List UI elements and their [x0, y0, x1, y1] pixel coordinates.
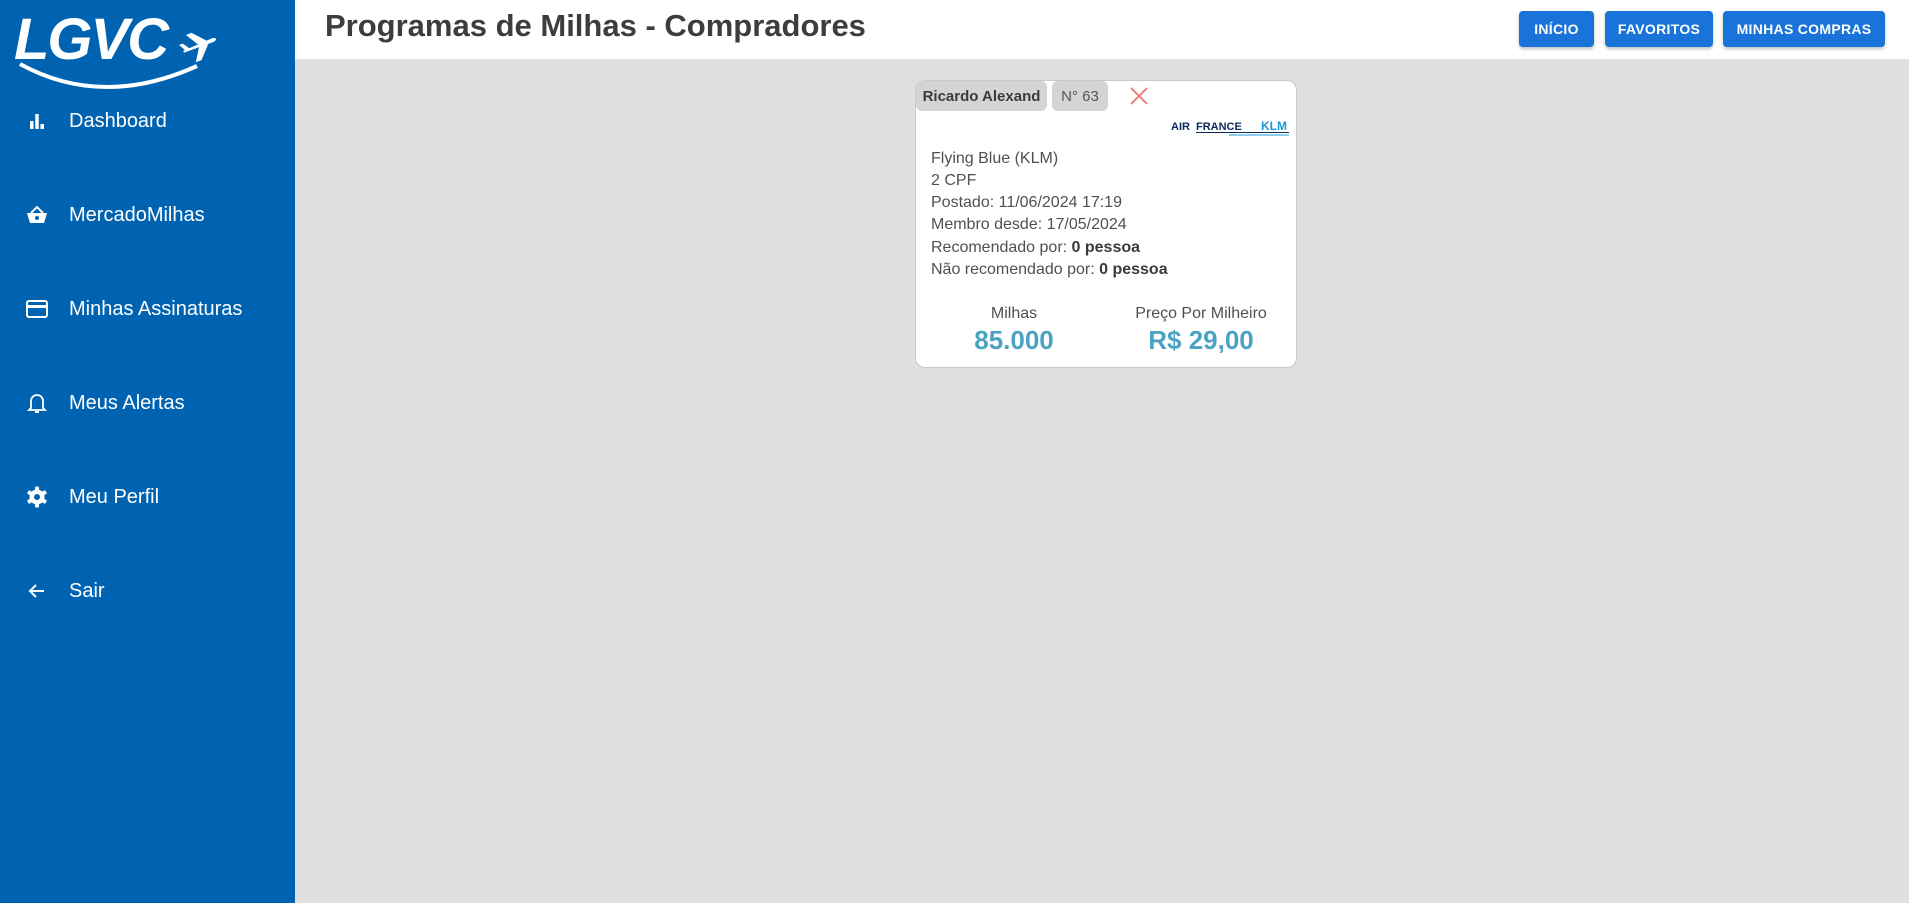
offer-card[interactable]: Ricardo Alexand N° 63 AIR FRANCE KLM Fly… — [915, 80, 1297, 368]
arrow-left-icon — [25, 579, 49, 603]
offer-number-chip: N° 63 — [1052, 81, 1108, 111]
lgvc-logo[interactable]: LGVC — [12, 4, 227, 92]
svg-text:KLM: KLM — [1261, 119, 1287, 133]
miles-label: Milhas — [990, 305, 1038, 322]
sidebar-item-label: Minhas Assinaturas — [69, 297, 243, 320]
price-value: R$ 29,00 — [1148, 325, 1254, 355]
top-bar: Programas de Milhas - Compradores INÍCIO… — [295, 0, 1909, 59]
price-label: Preço Por Milheiro — [1135, 305, 1267, 322]
svg-text:LGVC: LGVC — [14, 7, 170, 72]
recommended-value: 0 pessoa — [1071, 239, 1141, 256]
sidebar-item-label: MercadoMilhas — [69, 203, 205, 226]
sidebar-item-assinaturas[interactable]: Minhas Assinaturas — [0, 279, 295, 339]
miles-value: 85.000 — [974, 325, 1054, 355]
bell-icon — [25, 391, 49, 415]
favoritos-button[interactable]: FAVORITOS — [1605, 11, 1713, 47]
sidebar-item-perfil[interactable]: Meu Perfil — [0, 467, 295, 527]
not-recommended-label: Não recomendado por: — [931, 261, 1100, 278]
basket-icon — [25, 203, 49, 227]
sidebar-item-sair[interactable]: Sair — [0, 561, 295, 621]
svg-text:FRANCE: FRANCE — [1196, 121, 1242, 133]
cpf-count: 2 CPF — [931, 172, 977, 189]
recommended-line: Recomendado por: 0 pessoa — [931, 239, 1140, 257]
sidebar-item-label: Dashboard — [69, 109, 167, 132]
member-since: Membro desde: 17/05/2024 — [931, 216, 1127, 233]
page-title: Programas de Milhas - Compradores — [325, 8, 866, 43]
sidebar: LGVC Dashboard MercadoMilhas Minhas Assi… — [0, 0, 295, 903]
air-france-klm-logo: AIR FRANCE KLM — [1171, 119, 1289, 136]
bar-chart-icon — [25, 109, 49, 133]
svg-text:AIR: AIR — [1171, 121, 1190, 133]
close-icon[interactable] — [1128, 85, 1150, 107]
posted-date: Postado: 11/06/2024 17:19 — [931, 194, 1122, 211]
not-recommended-value: 0 pessoa — [1099, 261, 1168, 278]
sidebar-item-mercadomilhas[interactable]: MercadoMilhas — [0, 185, 295, 245]
sidebar-item-label: Meu Perfil — [69, 485, 160, 508]
inicio-button[interactable]: INÍCIO — [1519, 11, 1594, 47]
not-recommended-line: Não recomendado por: 0 pessoa — [931, 261, 1168, 279]
sidebar-item-label: Sair — [69, 579, 105, 602]
seller-name-chip: Ricardo Alexand — [916, 81, 1047, 111]
credit-card-icon — [25, 297, 49, 321]
recommended-label: Recomendado por: — [931, 239, 1072, 256]
gear-icon — [25, 485, 49, 509]
sidebar-item-dashboard[interactable]: Dashboard — [0, 91, 295, 151]
sidebar-item-label: Meus Alertas — [69, 391, 185, 414]
minhas-compras-button[interactable]: MINHAS COMPRAS — [1723, 11, 1885, 47]
sidebar-item-alertas[interactable]: Meus Alertas — [0, 373, 295, 433]
program-name: Flying Blue (KLM) — [931, 150, 1059, 167]
